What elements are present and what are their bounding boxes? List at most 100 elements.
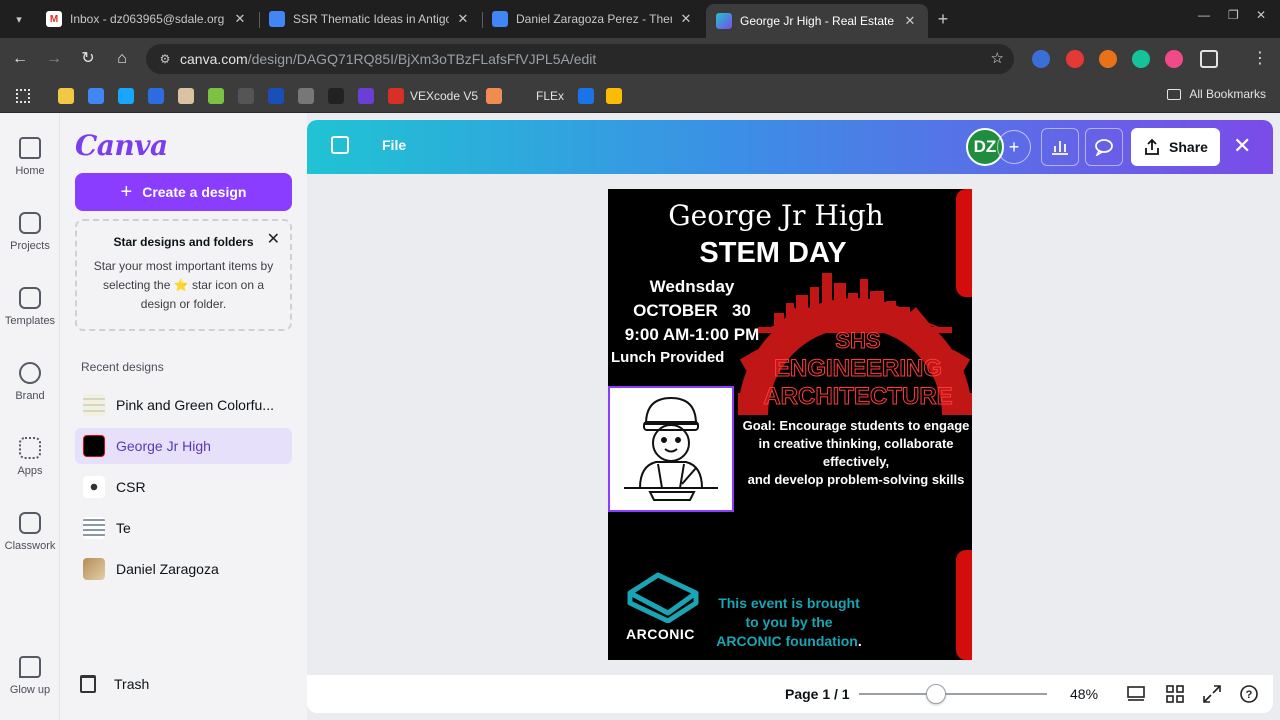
notes-view-icon[interactable] — [1127, 685, 1145, 703]
insights-chart-icon[interactable] — [1041, 128, 1079, 166]
close-tab-icon[interactable]: ✕ — [232, 11, 248, 27]
grammarly-icon[interactable] — [1132, 50, 1150, 68]
new-tab-icon[interactable]: + — [932, 8, 954, 30]
bookmark-item[interactable] — [268, 87, 290, 105]
poster-goal-text[interactable]: Goal: Encourage students to engage in cr… — [740, 417, 972, 489]
rail-templates[interactable]: Templates — [0, 287, 60, 327]
logo-text-shs: SHS — [835, 328, 880, 353]
poster-credit[interactable]: This event is brought to you by the ARCO… — [708, 594, 870, 651]
tab-title: Daniel Zaragoza Perez - Thema — [516, 12, 672, 26]
design-canvas[interactable]: George Jr High STEM DAY Wednsday OCTOBER… — [307, 174, 1273, 675]
extension-pink-icon[interactable] — [1165, 50, 1183, 68]
share-button[interactable]: Share — [1131, 128, 1220, 166]
recent-design-item[interactable]: Pink and Green Colorfu... — [75, 387, 292, 423]
minimize-icon[interactable]: ― — [1198, 8, 1210, 22]
rail-label: Templates — [4, 315, 56, 327]
apps-grid-icon[interactable] — [16, 87, 30, 105]
zoom-slider-handle[interactable] — [926, 684, 946, 704]
extension-shield-icon[interactable] — [1032, 50, 1050, 68]
tab-ssr-ideas[interactable]: SSR Thematic Ideas in Antigon ✕ — [259, 0, 481, 38]
recent-design-item-selected[interactable]: George Jr High — [75, 428, 292, 464]
bookmark-item[interactable]: FLEx — [514, 87, 564, 105]
address-bar[interactable]: ⚙ canva.com/design/DAGQ71RQ85I/BjXm3oTBz… — [146, 44, 1014, 74]
bookmark-favicon-icon — [178, 88, 194, 104]
bookmark-item[interactable] — [578, 87, 600, 105]
recent-design-label: Te — [116, 520, 131, 536]
extension-orange-icon[interactable] — [1099, 50, 1117, 68]
poster-subtitle[interactable]: STEM DAY — [608, 237, 938, 270]
home-icon[interactable]: ⌂ — [110, 47, 134, 71]
reload-icon[interactable]: ↻ — [76, 47, 100, 71]
close-tab-icon[interactable]: ✕ — [678, 11, 694, 27]
bookmark-item[interactable] — [178, 87, 200, 105]
poster-title[interactable]: George Jr High — [608, 199, 944, 232]
bookmark-item[interactable] — [238, 87, 260, 105]
recent-design-item[interactable]: CSR — [75, 469, 292, 505]
page-indicator[interactable]: Page 1 / 1 — [785, 686, 850, 702]
rail-projects[interactable]: Projects — [0, 212, 60, 252]
close-tab-icon[interactable]: ✕ — [455, 11, 471, 27]
trash-icon — [80, 675, 96, 693]
comment-icon[interactable] — [1085, 128, 1123, 166]
browser-menu-icon[interactable]: ⋮ — [1248, 47, 1272, 71]
bookmark-item[interactable] — [118, 87, 140, 105]
shs-gear-logo[interactable]: SHS ENGINEERING ARCHITECTURE — [738, 273, 972, 415]
zoom-level[interactable]: 48% — [1070, 686, 1098, 702]
site-info-icon[interactable]: ⚙ — [150, 52, 180, 66]
create-design-button[interactable]: + Create a design — [75, 173, 292, 211]
grid-view-icon[interactable] — [1166, 685, 1184, 703]
close-icon[interactable]: ✕ — [267, 229, 280, 249]
bookmark-item[interactable] — [88, 87, 110, 105]
file-menu-button[interactable]: File — [382, 137, 406, 153]
tab-canva-active[interactable]: George Jr High - Real Estate Fl ✕ — [706, 4, 928, 38]
canva-logo[interactable]: Canva — [75, 129, 168, 162]
back-icon[interactable]: ← — [8, 47, 32, 71]
rail-glow-up[interactable]: Glow up — [0, 656, 60, 696]
arconic-logo-icon[interactable] — [626, 569, 700, 623]
close-editor-icon[interactable]: ✕ — [1233, 134, 1251, 158]
recent-design-item[interactable]: Te — [75, 510, 292, 546]
extensions-puzzle-icon[interactable] — [1200, 50, 1218, 68]
tab-search-icon[interactable]: ▾ — [6, 6, 32, 32]
rail-brand[interactable]: Brand — [0, 362, 60, 402]
recent-designs-heading: Recent designs — [81, 360, 164, 374]
bookmark-item[interactable] — [358, 87, 380, 105]
tab-daniel-doc[interactable]: Daniel Zaragoza Perez - Thema ✕ — [482, 0, 704, 38]
editor-area: File DZ + Share ✕ George Jr High STEM DA… — [307, 113, 1280, 720]
bookmark-item[interactable] — [486, 87, 508, 105]
extension-red-icon[interactable] — [1066, 50, 1084, 68]
bookmark-favicon-icon — [578, 88, 594, 104]
bookmark-item[interactable] — [606, 87, 628, 105]
bookmark-item[interactable] — [58, 87, 80, 105]
arconic-logo-text[interactable]: ARCONIC — [626, 626, 695, 642]
rail-label: Projects — [10, 240, 50, 252]
bookmark-favicon-icon — [148, 88, 164, 104]
add-collaborator-icon[interactable]: + — [997, 130, 1031, 164]
bookmark-item[interactable] — [208, 87, 230, 105]
bookmark-item[interactable] — [148, 87, 170, 105]
close-window-icon[interactable]: ✕ — [1256, 8, 1266, 22]
editor-header: File DZ + Share ✕ — [307, 120, 1273, 174]
close-tab-icon[interactable]: ✕ — [902, 13, 918, 29]
tab-gmail[interactable]: M Inbox - dz063965@sdale.org - ✕ — [36, 0, 258, 38]
bookmark-item[interactable] — [328, 87, 350, 105]
fullscreen-icon[interactable] — [1203, 685, 1221, 703]
poster-lunch[interactable]: Lunch Provided — [611, 349, 724, 366]
open-external-icon[interactable] — [331, 136, 349, 154]
worker-illustration[interactable] — [608, 386, 734, 512]
poster-page[interactable]: George Jr High STEM DAY Wednsday OCTOBER… — [608, 189, 972, 660]
rail-apps[interactable]: Apps — [0, 437, 60, 477]
rail-home[interactable]: Home — [0, 137, 60, 177]
maximize-icon[interactable]: ❐ — [1228, 8, 1239, 22]
bookmark-item[interactable] — [298, 87, 320, 105]
zoom-slider-track[interactable] — [859, 693, 1047, 695]
help-icon[interactable]: ? — [1240, 685, 1258, 703]
recent-design-item[interactable]: Daniel Zaragoza — [75, 551, 292, 587]
forward-icon[interactable]: → — [42, 47, 66, 71]
trash-button[interactable]: Trash — [80, 675, 149, 693]
bookmark-star-icon[interactable]: ☆ — [991, 49, 1004, 67]
rail-classwork[interactable]: Classwork — [0, 512, 60, 552]
bookmark-item[interactable]: VEXcode V5 — [388, 87, 478, 105]
glow-up-icon — [19, 656, 41, 678]
all-bookmarks-button[interactable]: All Bookmarks — [1167, 87, 1266, 101]
